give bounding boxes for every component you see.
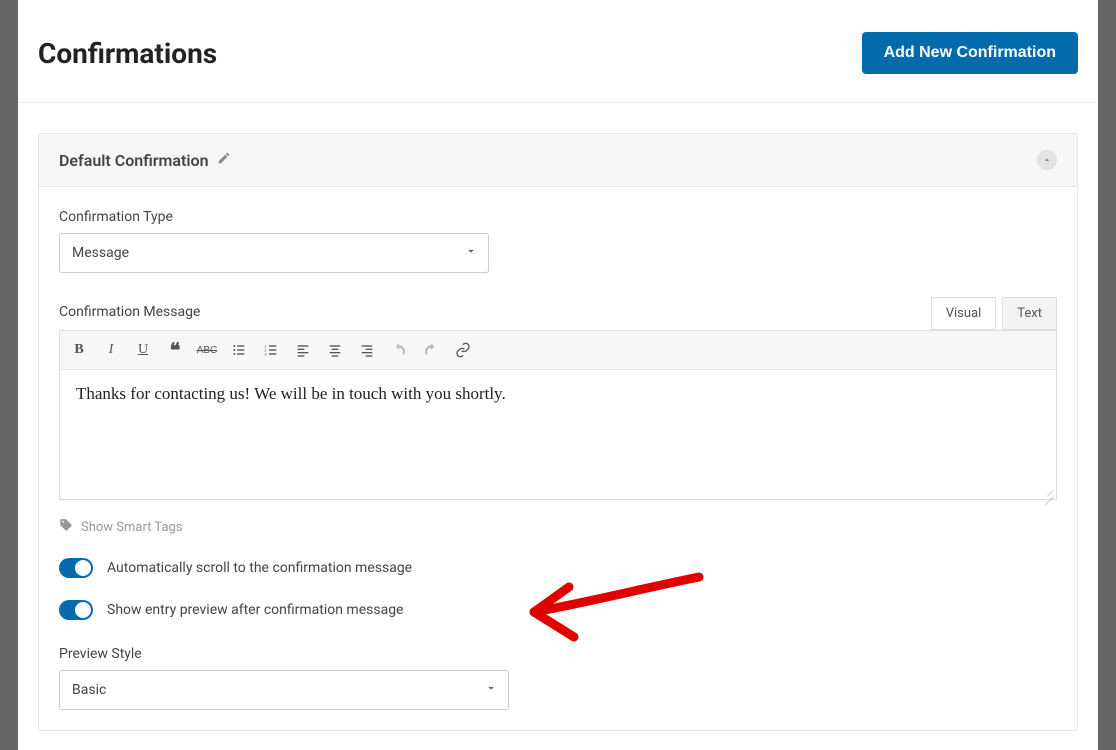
confirmation-message-editor[interactable]: Thanks for contacting us! We will be in …	[59, 370, 1057, 500]
panel-title: Default Confirmation	[59, 151, 209, 170]
add-new-confirmation-button[interactable]: Add New Confirmation	[862, 32, 1078, 74]
preview-style-value: Basic	[72, 682, 106, 698]
panel-body: Confirmation Type Message Confirmation M…	[39, 187, 1077, 730]
bulleted-list-icon[interactable]	[224, 335, 254, 365]
panel-header[interactable]: Default Confirmation	[39, 134, 1077, 187]
chevron-down-icon	[484, 681, 498, 699]
smart-tags-label: Show Smart Tags	[81, 520, 183, 535]
italic-icon[interactable]: I	[96, 335, 126, 365]
bold-icon[interactable]: B	[64, 335, 94, 365]
underline-icon[interactable]: U	[128, 335, 158, 365]
resize-handle-icon[interactable]	[1042, 485, 1054, 497]
toggle-auto-scroll-label: Automatically scroll to the confirmation…	[107, 560, 412, 576]
toggle-auto-scroll[interactable]	[59, 558, 93, 578]
chevron-down-icon	[464, 244, 478, 262]
tab-visual[interactable]: Visual	[931, 297, 997, 330]
show-smart-tags-link[interactable]: Show Smart Tags	[59, 518, 1057, 536]
tab-text[interactable]: Text	[1002, 297, 1057, 330]
align-right-icon[interactable]	[352, 335, 382, 365]
confirmation-message-text: Thanks for contacting us! We will be in …	[76, 384, 506, 403]
svg-text:3: 3	[264, 351, 267, 356]
align-center-icon[interactable]	[320, 335, 350, 365]
confirmation-type-value: Message	[72, 245, 129, 261]
toggle-show-preview-row: Show entry preview after confirmation me…	[59, 600, 1057, 620]
pencil-icon[interactable]	[217, 151, 231, 169]
toggle-auto-scroll-row: Automatically scroll to the confirmation…	[59, 558, 1057, 578]
confirmation-type-label: Confirmation Type	[59, 209, 1057, 225]
editor-tabs: Visual Text	[931, 297, 1057, 330]
tags-icon	[59, 518, 73, 536]
page-title: Confirmations	[38, 37, 217, 70]
page-header: Confirmations Add New Confirmation	[18, 32, 1098, 103]
confirmation-panel: Default Confirmation Confirmation Type M…	[38, 133, 1078, 731]
link-icon[interactable]	[448, 335, 478, 365]
quote-icon[interactable]: ❝	[160, 335, 190, 365]
preview-style-label: Preview Style	[59, 646, 1057, 662]
toggle-show-preview-label: Show entry preview after confirmation me…	[107, 602, 403, 618]
chevron-up-icon[interactable]	[1037, 150, 1057, 170]
redo-icon[interactable]	[416, 335, 446, 365]
toggle-show-preview[interactable]	[59, 600, 93, 620]
preview-style-select[interactable]: Basic	[59, 670, 509, 710]
undo-icon[interactable]	[384, 335, 414, 365]
numbered-list-icon[interactable]: 123	[256, 335, 286, 365]
editor-toolbar: B I U ❝ ABC 123	[59, 330, 1057, 370]
strikethrough-icon[interactable]: ABC	[192, 335, 222, 365]
confirmation-type-select[interactable]: Message	[59, 233, 489, 273]
confirmation-message-label: Confirmation Message	[59, 304, 200, 320]
align-left-icon[interactable]	[288, 335, 318, 365]
